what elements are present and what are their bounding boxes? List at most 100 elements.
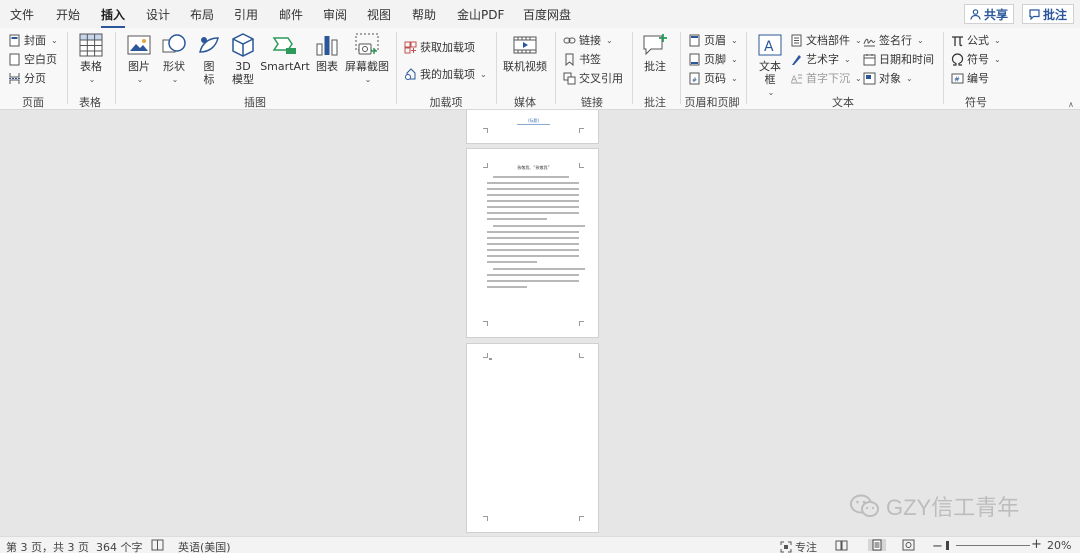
tab-home[interactable]: 开始 <box>56 6 80 23</box>
svg-text:A: A <box>764 39 774 55</box>
tab-design[interactable]: 设计 <box>146 6 170 23</box>
page-number-icon: # <box>689 72 700 84</box>
status-bar: 第 3 页，共 3 页 364 个字 英语(美国) 专注 − + 20% <box>0 536 1080 553</box>
number-button[interactable]: # 编号 <box>951 70 989 86</box>
tab-review[interactable]: 审阅 <box>323 6 347 23</box>
symbol-button[interactable]: 符号 ⌄ <box>951 51 1001 67</box>
tab-view[interactable]: 视图 <box>367 6 391 23</box>
cross-reference-button[interactable]: 交叉引用 <box>563 70 623 86</box>
tab-mailings[interactable]: 邮件 <box>279 6 303 23</box>
my-addins-button[interactable]: 我的加载项 ⌄ <box>404 66 487 82</box>
online-video-button[interactable]: 联机视频 <box>502 32 548 73</box>
watermark: GZY信工青年 <box>850 490 1019 522</box>
ribbon-separator <box>396 32 397 104</box>
focus-icon <box>780 541 792 553</box>
text-line <box>487 249 579 251</box>
print-layout-icon[interactable] <box>868 539 886 551</box>
crop-mark <box>483 321 488 326</box>
zoom-in-button[interactable]: + <box>1031 537 1042 552</box>
zoom-slider[interactable] <box>956 545 1030 546</box>
tab-baidu-netdisk[interactable]: 百度网盘 <box>523 6 571 23</box>
tab-kingsoft-pdf[interactable]: 金山PDF <box>457 6 504 23</box>
group-label-illustrations: 插图 <box>244 96 266 109</box>
group-label-symbols: 符号 <box>965 96 987 109</box>
new-comment-icon <box>643 34 667 56</box>
page-count[interactable]: 第 3 页，共 3 页 <box>6 539 89 553</box>
link-icon <box>563 37 576 43</box>
comments-button[interactable]: 批注 <box>1022 4 1074 24</box>
picture-button[interactable]: 图片 ⌄ <box>125 32 153 86</box>
language-indicator[interactable]: 英语(美国) <box>178 539 231 553</box>
focus-button[interactable]: 专注 <box>780 539 817 553</box>
zoom-out-button[interactable]: − <box>932 539 943 553</box>
tab-insert[interactable]: 插入 <box>101 6 126 29</box>
text-line <box>487 182 579 184</box>
get-addins-button[interactable]: 获取加载项 <box>404 39 475 55</box>
new-comment-button[interactable]: 批注 <box>640 32 670 73</box>
crop-mark <box>579 516 584 521</box>
group-label-text: 文本 <box>832 96 854 109</box>
read-mode-icon[interactable] <box>835 539 848 551</box>
watermark-text: GZY信工青年 <box>886 495 1020 520</box>
wordart-button[interactable]: 艺术字 ⌄ <box>790 51 851 67</box>
signature-line-button[interactable]: 签名行 ⌄ <box>863 32 924 48</box>
word-count[interactable]: 364 个字 <box>96 539 143 553</box>
tab-help[interactable]: 帮助 <box>412 6 436 23</box>
tab-layout[interactable]: 布局 <box>190 6 214 23</box>
text-line <box>487 206 579 208</box>
equation-button[interactable]: 公式 ⌄ <box>951 32 1001 48</box>
web-layout-icon[interactable] <box>902 539 915 551</box>
ribbon-collapse-icon[interactable]: ∧ <box>1068 100 1078 110</box>
quick-parts-icon <box>791 34 802 46</box>
tab-file[interactable]: 文件 <box>10 6 34 23</box>
text-line <box>487 243 579 245</box>
text-box-button[interactable]: A 文本框 ⌄ <box>754 32 786 99</box>
date-time-button[interactable]: 日期和时间 <box>863 51 934 67</box>
bookmark-button[interactable]: 书签 <box>563 51 601 67</box>
icons-button[interactable]: 图 标 <box>195 32 223 86</box>
screenshot-button[interactable]: 屏幕截图 ⌄ <box>345 32 389 86</box>
shapes-button[interactable]: 形状 ⌄ <box>160 32 188 86</box>
footer-button[interactable]: 页脚 ⌄ <box>688 51 738 67</box>
wordart-icon <box>792 54 801 65</box>
cover-page-button[interactable]: 封面 ⌄ <box>8 32 58 48</box>
link-button[interactable]: 链接 ⌄ <box>563 32 613 48</box>
ribbon-separator <box>943 32 944 104</box>
text-line <box>487 212 579 214</box>
drop-cap-button[interactable]: A 首字下沉 ⌄ <box>790 70 862 86</box>
object-button[interactable]: 对象 ⌄ <box>863 70 913 86</box>
cover-page-icon <box>9 34 20 46</box>
page-break-button[interactable]: 分页 <box>8 70 46 86</box>
tab-references[interactable]: 引用 <box>234 6 258 23</box>
ribbon-separator <box>67 32 68 104</box>
table-button[interactable]: 表格 ⌄ <box>76 32 106 86</box>
zoom-slider-thumb[interactable] <box>946 541 949 550</box>
ribbon-separator <box>496 32 497 104</box>
drop-cap-icon: A <box>791 74 802 85</box>
blank-page-button[interactable]: 空白页 <box>8 51 57 67</box>
text-line <box>487 200 579 202</box>
page-number-button[interactable]: # 页码 ⌄ <box>688 70 738 86</box>
proofing-icon[interactable] <box>151 539 164 551</box>
document-area[interactable]: (标题) 致敬我、“致敬我” <box>0 110 1080 536</box>
page-2: 致敬我、“致敬我” <box>466 148 599 338</box>
group-label-links: 链接 <box>581 96 603 109</box>
crop-mark <box>579 353 584 358</box>
text-line <box>487 218 547 220</box>
text-line <box>493 176 569 178</box>
3d-models-button[interactable]: 3D 模型 <box>229 32 257 86</box>
table-icon <box>79 33 103 57</box>
ribbon-separator <box>555 32 556 104</box>
page-2-title: 致敬我、“致敬我” <box>517 165 550 170</box>
smartart-button[interactable]: SmartArt <box>260 32 310 73</box>
calendar-icon <box>863 53 876 65</box>
chart-button[interactable]: 图表 <box>313 32 341 73</box>
group-label-header-footer: 页眉和页脚 <box>684 96 740 109</box>
header-button[interactable]: 页眉 ⌄ <box>688 32 738 48</box>
quick-parts-button[interactable]: 文档部件 ⌄ <box>790 32 862 48</box>
zoom-level[interactable]: 20% <box>1047 539 1071 552</box>
text-line <box>487 255 579 257</box>
share-button[interactable]: 共享 <box>964 4 1014 24</box>
group-label-comments: 批注 <box>644 96 666 109</box>
page-1: (标题) <box>466 110 599 144</box>
